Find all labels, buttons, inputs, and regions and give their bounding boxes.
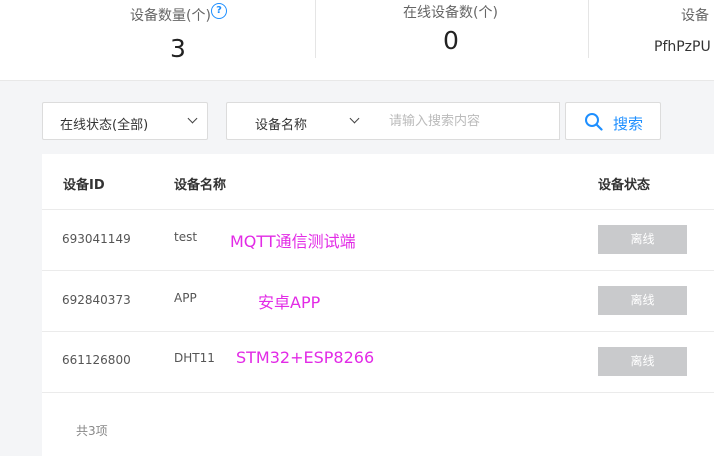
- search-field-select[interactable]: 设备名称: [226, 102, 374, 140]
- annotation-text: 安卓APP: [258, 293, 321, 312]
- row-divider: [42, 270, 714, 271]
- row-divider: [42, 209, 714, 210]
- device-name[interactable]: DHT11: [174, 351, 215, 365]
- stats-divider: [588, 0, 589, 58]
- online-count-label: 在线设备数(个): [403, 5, 498, 21]
- device-table: 设备ID 设备名称 设备状态 693041149 test MQTT通信测试端 …: [42, 154, 714, 456]
- row-divider: [42, 331, 714, 332]
- search-field-value: 设备名称: [255, 118, 308, 133]
- column-header-status: 设备状态: [598, 178, 651, 193]
- status-badge: 离线: [598, 347, 687, 376]
- device-name[interactable]: APP: [174, 291, 197, 305]
- third-stat-value: PfhPzPU: [654, 39, 711, 55]
- stats-divider: [315, 0, 316, 58]
- status-filter-select[interactable]: 在线状态(全部): [42, 102, 208, 140]
- chevron-down-icon: [349, 113, 360, 124]
- device-id: 661126800: [62, 353, 131, 367]
- device-id: 693041149: [62, 232, 131, 246]
- row-divider: [42, 392, 714, 393]
- search-input[interactable]: [373, 102, 560, 140]
- search-button[interactable]: 搜索: [565, 102, 661, 140]
- online-count-value: 0: [443, 26, 459, 55]
- chevron-down-icon: [187, 113, 198, 124]
- total-count: 共3项: [76, 424, 108, 438]
- column-header-name: 设备名称: [174, 178, 227, 193]
- device-count-value: 3: [170, 34, 186, 63]
- device-count-label: 设备数量(个): [130, 8, 211, 24]
- status-badge: 离线: [598, 225, 687, 254]
- help-icon[interactable]: ?: [211, 3, 227, 19]
- status-filter-value: 在线状态(全部): [60, 118, 149, 133]
- search-button-label: 搜索: [613, 115, 644, 133]
- stats-panel: 设备数量(个) ? 3 在线设备数(个) 0 设备 PfhPzPU: [0, 0, 714, 81]
- column-header-id: 设备ID: [63, 178, 105, 193]
- search-icon: [585, 113, 603, 131]
- third-stat-label: 设备: [681, 8, 709, 24]
- device-id: 692840373: [62, 293, 131, 307]
- annotation-text: MQTT通信测试端: [230, 232, 356, 251]
- device-name[interactable]: test: [174, 230, 197, 244]
- annotation-text: STM32+ESP8266: [236, 348, 375, 367]
- status-badge: 离线: [598, 286, 687, 315]
